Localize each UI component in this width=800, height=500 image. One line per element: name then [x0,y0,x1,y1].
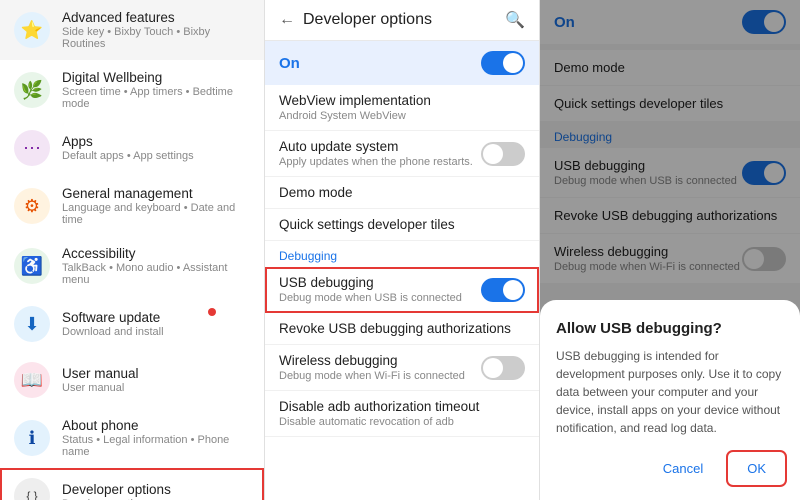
setting-webview-sub: Android System WebView [279,110,525,122]
sidebar-item-general-management[interactable]: ⚙ General managementLanguage and keyboard… [0,176,264,236]
usb-debug-dialog: Allow USB debugging? USB debugging is int… [540,300,800,500]
dialog-cancel-button[interactable]: Cancel [645,453,721,484]
setting-revoke-usb[interactable]: Revoke USB debugging authorizations [265,313,539,345]
setting-wireless-debugging-sub: Debug mode when Wi-Fi is connected [279,370,465,382]
panel-title: Developer options [303,11,497,29]
sidebar-item-about-phone[interactable]: ℹ About phoneStatus • Legal information •… [0,408,264,468]
user-manual-title: User manual [62,366,139,381]
advanced-features-subtitle: Side key • Bixby Touch • Bixby Routines [62,26,250,50]
dialog-ok-button[interactable]: OK [729,453,784,484]
setting-auto-update-title: Auto update system [279,139,473,154]
middle-panel: ← Developer options 🔍 On WebView implementat… [265,0,540,500]
sidebar-item-apps[interactable]: ⋯ AppsDefault apps • App settings [0,120,264,176]
setting-demo-mode-title: Demo mode [279,185,525,200]
setting-demo-mode[interactable]: Demo mode [265,177,539,209]
dialog-title: Allow USB debugging? [556,320,784,337]
sidebar-item-software-update[interactable]: ⬇ Software updateDownload and install [0,296,264,352]
setting-auto-update-sub: Apply updates when the phone restarts. [279,156,473,168]
developer-options-icon: { } [14,478,50,500]
setting-disable-adb[interactable]: Disable adb authorization timeout Disable… [265,391,539,437]
setting-usb-debugging-title: USB debugging [279,275,462,290]
general-management-title: General management [62,186,250,201]
setting-webview-title: WebView implementation [279,93,525,108]
toggle-auto-update[interactable] [481,142,525,166]
left-sidebar: ⭐ Advanced featuresSide key • Bixby Touch… [0,0,265,500]
software-update-icon: ⬇ [14,306,50,342]
about-phone-subtitle: Status • Legal information • Phone name [62,434,250,458]
developer-options-title: Developer options [62,482,171,497]
apps-subtitle: Default apps • App settings [62,150,194,162]
setting-auto-update[interactable]: Auto update system Apply updates when the… [265,131,539,177]
software-update-title: Software update [62,310,164,325]
setting-disable-adb-sub: Disable automatic revocation of adb [279,416,525,428]
search-icon[interactable]: 🔍 [505,10,525,30]
debugging-section-label: Debugging [265,241,539,267]
software-update-subtitle: Download and install [62,326,164,338]
notification-badge [208,308,216,316]
setting-revoke-usb-title: Revoke USB debugging authorizations [279,321,525,336]
right-panel: OnDemo modeQuick settings developer tile… [540,0,800,500]
accessibility-icon: ♿ [14,248,50,284]
advanced-features-title: Advanced features [62,10,250,25]
sidebar-item-accessibility[interactable]: ♿ AccessibilityTalkBack • Mono audio • As… [0,236,264,296]
sidebar-item-developer-options[interactable]: { }Developer optionsDeveloper options [0,468,264,500]
about-phone-icon: ℹ [14,420,50,456]
developer-options-toggle-label: On [279,55,300,72]
setting-usb-debugging[interactable]: USB debugging Debug mode when USB is conn… [265,267,539,313]
setting-webview[interactable]: WebView implementation Android System Web… [265,85,539,131]
toggle-usb-debugging[interactable] [481,278,525,302]
setting-disable-adb-title: Disable adb authorization timeout [279,399,525,414]
accessibility-subtitle: TalkBack • Mono audio • Assistant menu [62,262,250,286]
setting-wireless-debugging-title: Wireless debugging [279,353,465,368]
setting-wireless-debugging[interactable]: Wireless debugging Debug mode when Wi-Fi … [265,345,539,391]
user-manual-subtitle: User manual [62,382,139,394]
accessibility-title: Accessibility [62,246,250,261]
about-phone-title: About phone [62,418,250,433]
general-management-subtitle: Language and keyboard • Date and time [62,202,250,226]
user-manual-icon: 📖 [14,362,50,398]
setting-quick-settings[interactable]: Quick settings developer tiles [265,209,539,241]
sidebar-item-advanced-features[interactable]: ⭐ Advanced featuresSide key • Bixby Touch… [0,0,264,60]
sidebar-item-digital-wellbeing[interactable]: 🌿 Digital WellbeingScreen time • App time… [0,60,264,120]
dialog-body: USB debugging is intended for developmen… [556,347,784,437]
advanced-features-icon: ⭐ [14,12,50,48]
developer-options-toggle[interactable] [481,51,525,75]
toggle-wireless-debugging[interactable] [481,356,525,380]
apps-title: Apps [62,134,194,149]
general-management-icon: ⚙ [14,188,50,224]
digital-wellbeing-icon: 🌿 [14,72,50,108]
digital-wellbeing-title: Digital Wellbeing [62,70,250,85]
setting-usb-debugging-sub: Debug mode when USB is connected [279,292,462,304]
sidebar-item-user-manual[interactable]: 📖 User manualUser manual [0,352,264,408]
setting-quick-settings-title: Quick settings developer tiles [279,217,525,232]
back-icon[interactable]: ← [279,11,295,29]
developer-options-toggle-row[interactable]: On [265,41,539,85]
digital-wellbeing-subtitle: Screen time • App timers • Bedtime mode [62,86,250,110]
dialog-overlay: Allow USB debugging? USB debugging is int… [540,0,800,500]
dialog-buttons: Cancel OK [556,453,784,484]
apps-icon: ⋯ [14,130,50,166]
middle-header: ← Developer options 🔍 [265,0,539,41]
